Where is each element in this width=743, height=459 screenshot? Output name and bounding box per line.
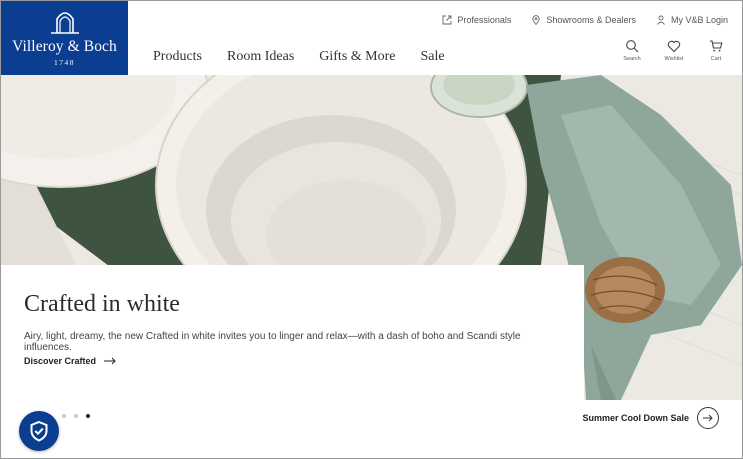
wishlist-button[interactable]: Wishlist (662, 39, 686, 62)
carousel-dot-2[interactable] (74, 414, 78, 418)
discover-crafted-link[interactable]: Discover Crafted (24, 356, 116, 366)
user-icon (657, 15, 665, 25)
professionals-label: Professionals (457, 15, 512, 25)
showrooms-link[interactable]: Showrooms & Dealers (531, 15, 636, 25)
cart-button[interactable]: Cart (704, 39, 728, 62)
cart-icon (710, 40, 723, 52)
top-links: Professionals Showrooms & Dealers My V&B… (442, 13, 728, 27)
search-icon (626, 40, 639, 53)
nav-gifts-more[interactable]: Gifts & More (319, 49, 395, 65)
heart-icon (667, 40, 681, 53)
next-promo-label: Summer Cool Down Sale (582, 413, 689, 423)
next-slide-button[interactable] (697, 407, 719, 429)
nav-sale[interactable]: Sale (420, 49, 444, 65)
brand-logo[interactable]: Villeroy & Boch 1748 (1, 1, 128, 75)
arrow-right-icon (104, 357, 116, 365)
external-link-icon (442, 15, 452, 25)
discover-crafted-label: Discover Crafted (24, 356, 97, 366)
wishlist-label: Wishlist (664, 56, 684, 62)
carousel-dot-3[interactable] (86, 414, 90, 418)
professionals-link[interactable]: Professionals (442, 15, 511, 25)
next-slide-promo[interactable]: Summer Cool Down Sale (582, 407, 719, 429)
castle-mark-icon (51, 12, 79, 34)
search-label: Search (623, 56, 641, 62)
login-label: My V&B Login (670, 15, 728, 25)
hero-title: Crafted in white (24, 291, 180, 317)
cart-label: Cart (710, 56, 722, 62)
utility-nav: Search Wishlist Cart (620, 39, 728, 62)
location-pin-icon (532, 15, 541, 25)
shield-check-icon (30, 420, 48, 442)
trust-badge[interactable] (19, 411, 59, 451)
arrow-right-icon (703, 414, 713, 422)
page: Villeroy & Boch 1748 Professionals Showr… (0, 0, 743, 459)
brand-name: Villeroy & Boch (12, 38, 117, 55)
hero-description: Airy, light, dreamy, the new Crafted in … (24, 331, 521, 353)
showrooms-label: Showrooms & Dealers (546, 15, 636, 25)
main-nav: Products Room Ideas Gifts & More Sale (153, 49, 445, 65)
login-link[interactable]: My V&B Login (656, 15, 728, 25)
carousel-dots (62, 414, 90, 418)
search-button[interactable]: Search (620, 39, 644, 62)
brand-year: 1748 (54, 58, 75, 67)
nav-products[interactable]: Products (153, 49, 202, 65)
carousel-dot-1[interactable] (62, 414, 66, 418)
nav-room-ideas[interactable]: Room Ideas (227, 49, 294, 65)
